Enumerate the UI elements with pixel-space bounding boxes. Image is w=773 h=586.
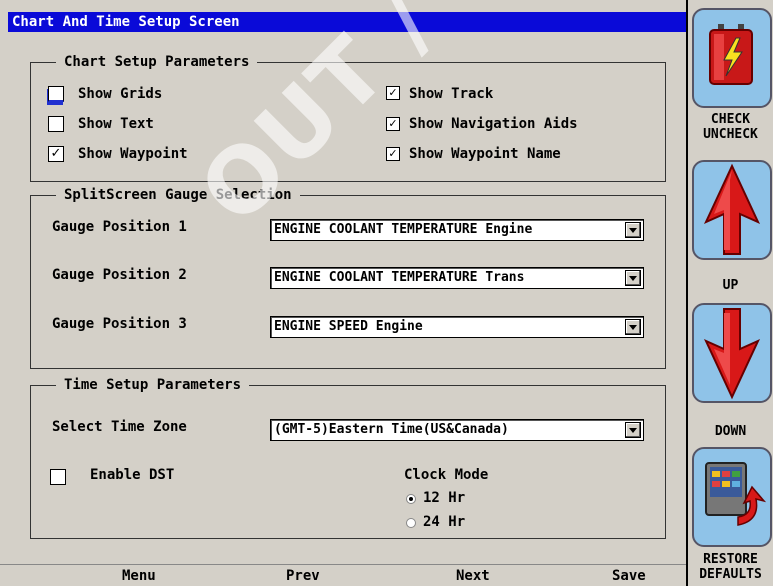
main-panel: Chart And Time Setup Screen Chart Setup … (0, 0, 686, 586)
time-zone-value: (GMT-5)Eastern Time(US&Canada) (274, 422, 509, 437)
gauge-position-2-value: ENGINE COOLANT TEMPERATURE Trans (274, 270, 525, 285)
check-label-line1: CHECK (710, 112, 751, 127)
time-setup-group (30, 385, 666, 539)
prev-button[interactable]: Prev (286, 568, 320, 584)
gauge-position-2-label: Gauge Position 2 (52, 267, 187, 283)
up-arrow-icon (703, 163, 761, 255)
show-grids-label: Show Grids (78, 86, 163, 102)
clock-12hr-radio[interactable] (406, 494, 416, 504)
show-track-label: Show Track (409, 86, 494, 102)
gauge-position-3-select[interactable]: ENGINE SPEED Engine (270, 316, 644, 338)
show-waypoint-checkbox[interactable]: ✓ (48, 146, 64, 162)
gauge-selection-legend: SplitScreen Gauge Selection (56, 186, 300, 204)
restore-label-line2: DEFAULTS (699, 567, 762, 582)
clock-24hr-label: 24 Hr (423, 514, 466, 530)
gauge-position-1-label: Gauge Position 1 (52, 219, 187, 235)
gauge-position-3-value: ENGINE SPEED Engine (274, 319, 423, 334)
show-waypoint-name-label: Show Waypoint Name (409, 146, 561, 162)
enable-dst-label: Enable DST (90, 467, 175, 483)
clock-24hr-radio[interactable] (406, 518, 416, 528)
show-grids-checkbox[interactable] (48, 86, 64, 102)
show-waypoint-label: Show Waypoint (78, 146, 188, 162)
chevron-down-icon[interactable] (625, 222, 641, 238)
side-button-panel: CHECK UNCHECK UP DOWN RESTORE DEFAULTS (686, 0, 773, 586)
save-button[interactable]: Save (612, 568, 646, 584)
time-zone-label: Select Time Zone (52, 419, 187, 435)
restore-label-line1: RESTORE (703, 552, 758, 567)
show-navigation-aids-checkbox[interactable]: ✓ (386, 117, 400, 131)
chart-setup-legend: Chart Setup Parameters (56, 53, 258, 71)
window-title: Chart And Time Setup Screen (8, 12, 686, 32)
next-button[interactable]: Next (456, 568, 490, 584)
restore-defaults-icon (705, 462, 767, 526)
show-track-checkbox[interactable]: ✓ (386, 86, 400, 100)
gauge-position-1-value: ENGINE COOLANT TEMPERATURE Engine (274, 222, 533, 237)
gauge-position-2-select[interactable]: ENGINE COOLANT TEMPERATURE Trans (270, 267, 644, 289)
show-text-checkbox[interactable] (48, 116, 64, 132)
chevron-down-icon[interactable] (625, 422, 641, 438)
clock-mode-label: Clock Mode (404, 467, 489, 483)
restore-defaults-button[interactable] (692, 447, 772, 547)
enable-dst-checkbox[interactable] (50, 469, 66, 485)
battery-lightning-icon (709, 24, 753, 85)
down-arrow-icon (703, 308, 761, 400)
chevron-down-icon[interactable] (625, 319, 641, 335)
down-button[interactable] (692, 303, 772, 403)
gauge-position-1-select[interactable]: ENGINE COOLANT TEMPERATURE Engine (270, 219, 644, 241)
up-label: UP (722, 278, 739, 293)
show-navigation-aids-label: Show Navigation Aids (409, 116, 578, 132)
show-text-label: Show Text (78, 116, 154, 132)
time-zone-select[interactable]: (GMT-5)Eastern Time(US&Canada) (270, 419, 644, 441)
gauge-position-3-label: Gauge Position 3 (52, 316, 187, 332)
up-button[interactable] (692, 160, 772, 260)
check-uncheck-button[interactable] (692, 8, 772, 108)
time-setup-legend: Time Setup Parameters (56, 376, 250, 394)
check-label-line2: UNCHECK (703, 127, 758, 142)
menu-button[interactable]: Menu (122, 568, 156, 584)
chevron-down-icon[interactable] (625, 270, 641, 286)
clock-12hr-label: 12 Hr (423, 490, 466, 506)
down-label: DOWN (714, 424, 747, 439)
show-waypoint-name-checkbox[interactable]: ✓ (386, 147, 400, 161)
bottom-nav-bar: Menu Prev Next Save (0, 564, 686, 586)
